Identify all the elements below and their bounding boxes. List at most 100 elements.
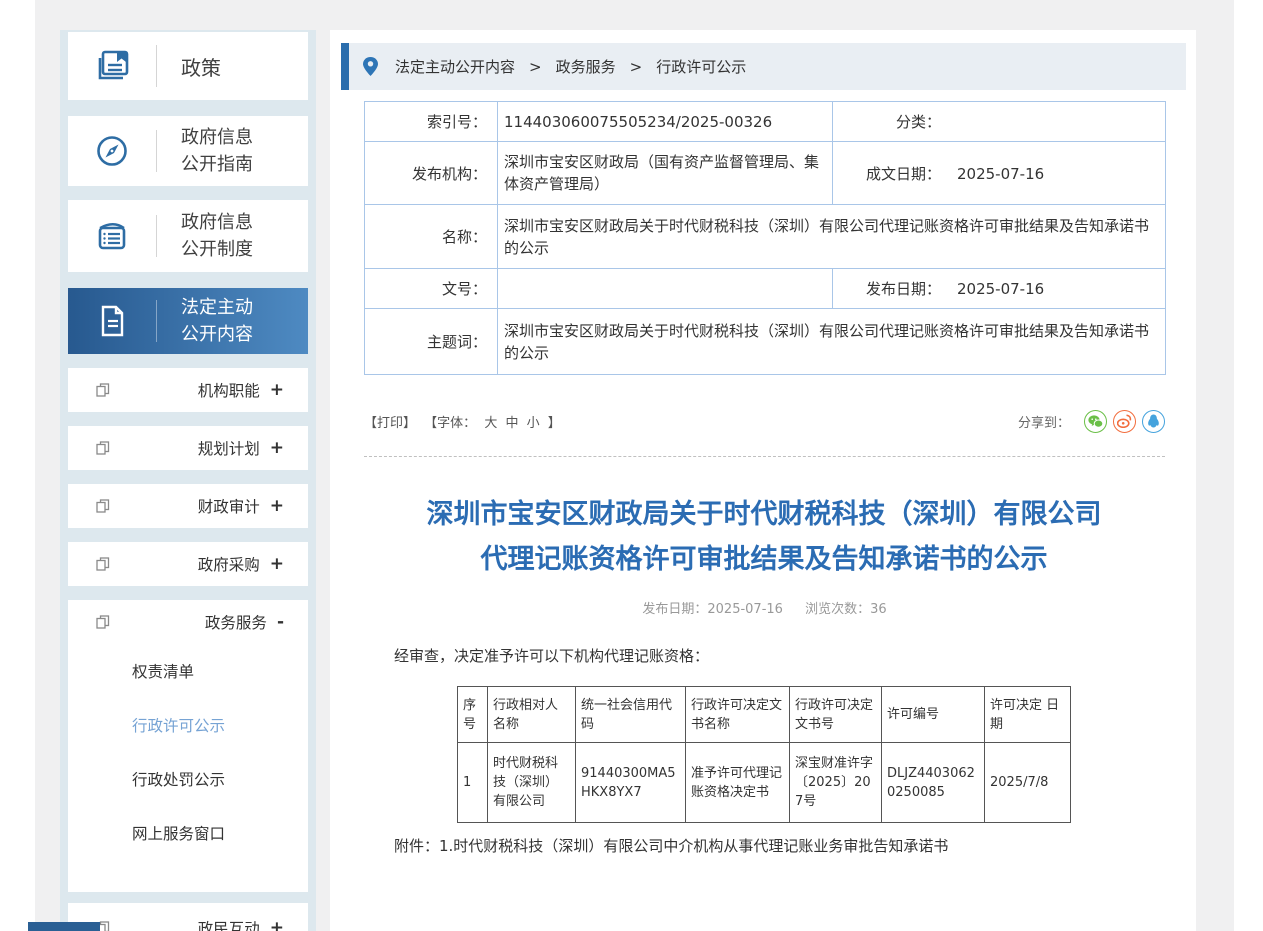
font-size-medium-button[interactable]: 中 <box>505 416 518 431</box>
meta-keywords-label: 主题词： <box>365 309 498 375</box>
share-bar: 分享到： <box>1018 410 1165 433</box>
qq-share-icon[interactable] <box>1142 410 1165 433</box>
page-icon <box>96 441 110 455</box>
divider <box>156 130 157 172</box>
sidebar-section-gov-services: 政务服务 - 权责清单 行政许可公示 行政处罚公示 网上服务窗口 <box>68 600 308 892</box>
view-count: 浏览次数：36 <box>805 602 887 617</box>
meta-category-cell: 分类： <box>833 102 1166 142</box>
document-list-icon <box>68 220 156 252</box>
meta-publish-date-label: 发布日期： <box>863 278 941 299</box>
breadcrumb: 法定主动公开内容 > 政务服务 > 行政许可公示 <box>341 43 1186 90</box>
sidebar-item-org-functions[interactable]: 机构职能 + <box>68 368 308 412</box>
sidebar-item-policy[interactable]: 政策 <box>68 32 308 100</box>
page-icon <box>96 499 110 513</box>
expand-toggle[interactable]: + <box>270 918 284 931</box>
sidebar-item-gov-procurement[interactable]: 政府采购 + <box>68 542 308 586</box>
meta-category-label: 分类： <box>863 111 941 132</box>
meta-doc-no-value <box>498 269 833 309</box>
meta-issuer-label: 发布机构： <box>365 142 498 205</box>
divider <box>156 300 157 342</box>
cell-相对人名称: 时代财税科技（深圳）有限公司 <box>488 743 576 823</box>
col-决定日期: 许可决定 日期 <box>985 687 1071 743</box>
cell-许可编号: DLJZ44030620250085 <box>882 743 985 823</box>
font-size-large-button[interactable]: 大 <box>484 416 497 431</box>
sidebar-item-info-guide[interactable]: 政府信息公开指南 <box>68 116 308 186</box>
breadcrumb-separator: > <box>529 58 542 76</box>
page-icon <box>96 557 110 571</box>
col-许可编号: 许可编号 <box>882 687 985 743</box>
print-button[interactable]: 【打印】 <box>364 416 416 431</box>
table-header-row: 序号 行政相对人名称 统一社会信用代码 行政许可决定文书名称 行政许可决定文书号… <box>458 687 1071 743</box>
document-icon <box>68 304 156 338</box>
book-icon <box>68 50 156 82</box>
sidebar-item-label: 政策 <box>181 52 221 81</box>
article-toolbar: 【打印】 【字体： 大 中 小 】 分享到： <box>364 407 1165 435</box>
menu-item-label: 财政审计 <box>118 495 270 517</box>
meta-date-written-label: 成文日期： <box>863 163 941 184</box>
menu-item-label: 政民互动 <box>118 917 270 931</box>
col-文书号: 行政许可决定文书号 <box>790 687 882 743</box>
meta-name-label: 名称： <box>365 205 498 269</box>
expand-toggle[interactable]: + <box>270 380 284 400</box>
cell-文书号: 深宝财准许字〔2025〕207号 <box>790 743 882 823</box>
meta-keywords-value: 深圳市宝安区财政局关于时代财税科技（深圳）有限公司代理记账资格许可审批结果及告知… <box>498 309 1166 375</box>
weibo-share-icon[interactable] <box>1113 410 1136 433</box>
cell-文书名称: 准予许可代理记账资格决定书 <box>686 743 790 823</box>
cell-信用代码: 91440300MA5HKX8YX7 <box>576 743 686 823</box>
sidebar-subitem-admin-permit[interactable]: 行政许可公示 <box>68 698 308 752</box>
meta-publish-date-cell: 发布日期：2025-07-16 <box>833 269 1166 309</box>
sidebar-item-planning[interactable]: 规划计划 + <box>68 426 308 470</box>
expand-toggle[interactable]: + <box>270 496 284 516</box>
permit-result-table: 序号 行政相对人名称 统一社会信用代码 行政许可决定文书名称 行政许可决定文书号… <box>457 686 1071 823</box>
compass-icon <box>68 134 156 168</box>
divider <box>156 215 157 257</box>
wechat-share-icon[interactable] <box>1084 410 1107 433</box>
col-信用代码: 统一社会信用代码 <box>576 687 686 743</box>
meta-index-label: 索引号： <box>365 102 498 142</box>
page: 政策 政府信息公开指南 <box>0 0 1263 931</box>
breadcrumb-item-legal-disclosure[interactable]: 法定主动公开内容 <box>395 56 515 77</box>
expand-toggle[interactable]: + <box>270 438 284 458</box>
article-publish-meta: 发布日期：2025-07-16 浏览次数：36 <box>364 598 1165 617</box>
col-相对人名称: 行政相对人名称 <box>488 687 576 743</box>
page-icon <box>96 615 110 629</box>
breadcrumb-accent-bar <box>341 43 349 90</box>
sidebar-subitem-duty-list[interactable]: 权责清单 <box>68 644 308 698</box>
meta-issuer-value: 深圳市宝安区财政局（国有资产监督管理局、集体资产管理局） <box>498 142 833 205</box>
toolbar-left: 【打印】 【字体： 大 中 小 】 <box>364 412 565 431</box>
breadcrumb-item-gov-services[interactable]: 政务服务 <box>556 56 616 77</box>
sidebar: 政策 政府信息公开指南 <box>60 30 316 931</box>
publish-date: 发布日期：2025-07-16 <box>642 602 783 617</box>
meta-date-written-cell: 成文日期：2025-07-16 <box>833 142 1166 205</box>
breadcrumb-item-admin-permit[interactable]: 行政许可公示 <box>656 56 746 77</box>
cell-决定日期: 2025/7/8 <box>985 743 1071 823</box>
article-intro: 经审查，决定准予许可以下机构代理记账资格： <box>394 645 709 666</box>
sidebar-item-label: 政府信息公开指南 <box>181 124 265 178</box>
sidebar-item-label: 政府信息公开制度 <box>181 209 265 263</box>
sidebar-item-finance-audit[interactable]: 财政审计 + <box>68 484 308 528</box>
menu-item-label: 政务服务 <box>118 611 277 633</box>
sidebar-item-public-interaction[interactable]: 政民互动 + <box>68 903 308 931</box>
sidebar-item-info-system[interactable]: 政府信息公开制度 <box>68 200 308 272</box>
collapse-toggle[interactable]: - <box>277 612 284 632</box>
sidebar-item-legal-disclosure[interactable]: 法定主动公开内容 <box>68 288 308 354</box>
article-title: 深圳市宝安区财政局关于时代财税科技（深圳）有限公司代理记账资格许可审批结果及告知… <box>414 492 1114 582</box>
dashed-divider <box>364 456 1165 457</box>
breadcrumb-separator: > <box>630 58 643 76</box>
expand-toggle[interactable]: + <box>270 554 284 574</box>
col-序号: 序号 <box>458 687 488 743</box>
partial-nav-element <box>28 922 100 931</box>
menu-item-label: 规划计划 <box>118 437 270 459</box>
main-content: 法定主动公开内容 > 政务服务 > 行政许可公示 索引号： 1144030600… <box>330 30 1196 931</box>
menu-item-label: 政府采购 <box>118 553 270 575</box>
menu-item-label: 机构职能 <box>118 379 270 401</box>
font-size-small-button[interactable]: 小 <box>527 416 540 431</box>
sidebar-item-gov-services[interactable]: 政务服务 - <box>68 600 308 644</box>
meta-name-value: 深圳市宝安区财政局关于时代财税科技（深圳）有限公司代理记账资格许可审批结果及告知… <box>498 205 1166 269</box>
divider <box>156 45 157 87</box>
meta-index-value: 114403060075505234/2025-00326 <box>498 102 833 142</box>
font-size-label: 【字体： <box>424 416 476 431</box>
sidebar-subitem-admin-penalty[interactable]: 行政处罚公示 <box>68 752 308 806</box>
location-pin-icon <box>363 57 378 76</box>
sidebar-subitem-online-service[interactable]: 网上服务窗口 <box>68 806 308 860</box>
